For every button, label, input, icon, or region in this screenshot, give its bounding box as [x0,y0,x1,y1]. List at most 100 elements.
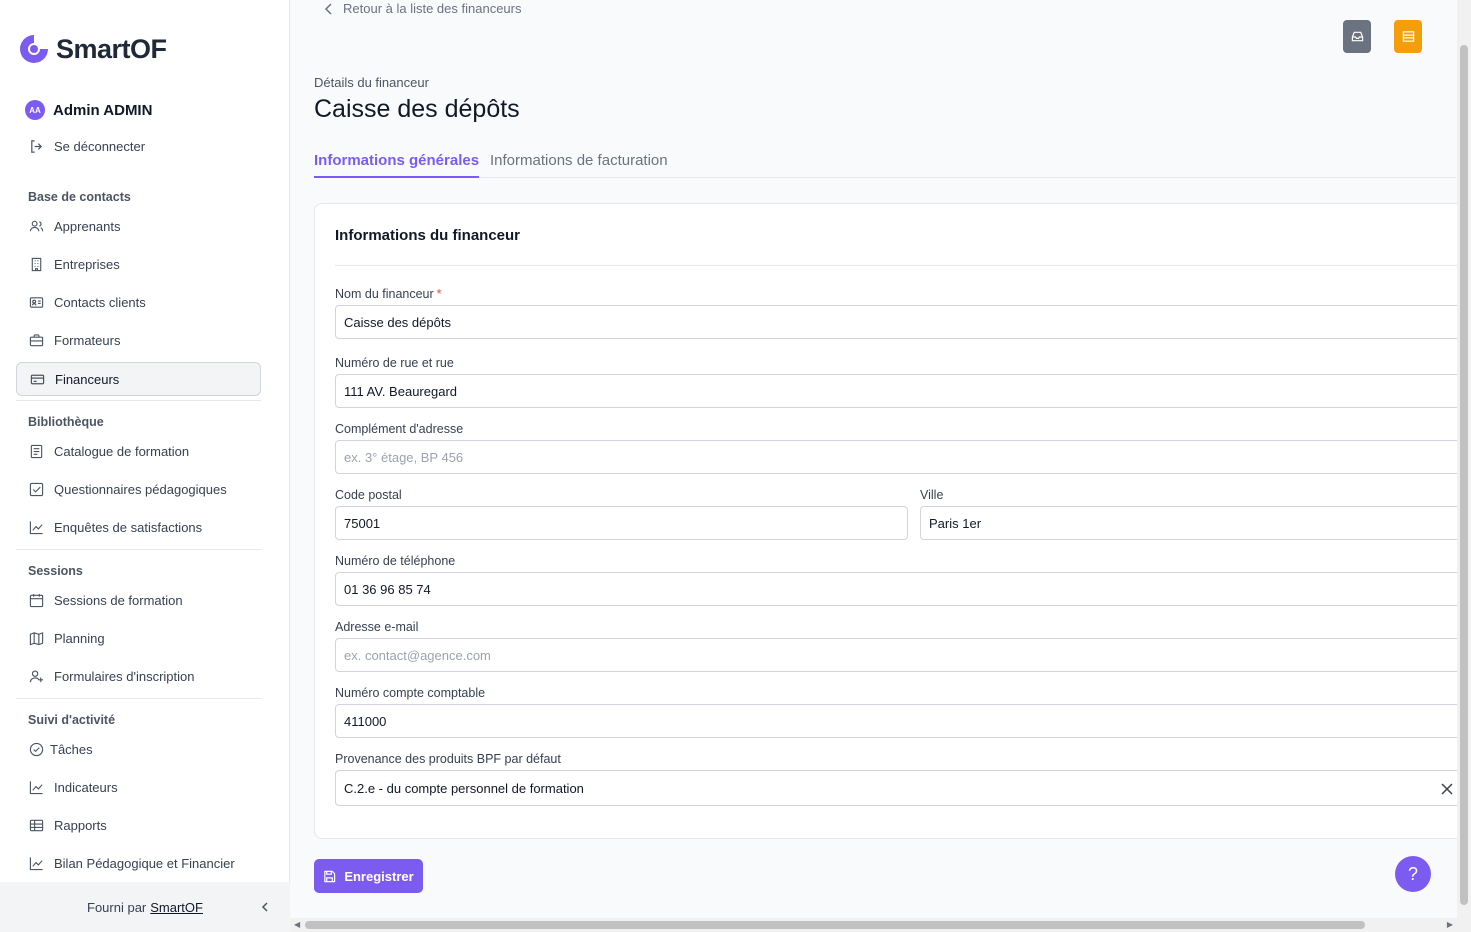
sidebar-footer: Fourni par SmartOF [0,882,290,932]
divider [16,400,261,401]
scrollbar-thumb[interactable] [1460,45,1468,905]
sidebar-item-indicateurs[interactable]: Indicateurs [16,770,261,804]
required-marker: * [436,287,442,301]
footer-link[interactable]: SmartOF [150,900,203,915]
sidebar-item-apprenants[interactable]: Apprenants [16,209,261,243]
smartof-logo[interactable]: SmartOF [16,30,167,68]
table-icon [28,817,44,833]
sidebar-item-formateurs[interactable]: Formateurs [16,323,261,357]
tab-informations-facturation[interactable]: Informations de facturation [490,152,668,178]
sidebar-item-financeurs[interactable]: Financeurs [16,362,261,396]
horizontal-scrollbar[interactable]: ◀ ▶ [290,918,1471,932]
briefcase-icon [28,332,44,348]
sidebar-item-planning[interactable]: Planning [16,621,261,655]
scrollbar-thumb[interactable] [305,921,1365,929]
sidebar-item-catalogue[interactable]: Catalogue de formation [16,434,261,468]
tel-input[interactable]: 01 36 96 85 74 [335,572,1471,606]
cp-input[interactable]: 75001 [335,506,908,540]
document-icon [28,443,44,459]
sidebar-item-label: Enquêtes de satisfactions [54,519,203,535]
logo-icon [16,31,52,67]
user-name: Admin ADMIN [53,101,153,119]
sidebar: SmartOF AA Admin ADMIN Se déconnecter Ba… [0,0,290,932]
sidebar-item-label: Formulaires d'inscription [54,668,195,684]
nom-label-text: Nom du financeur [335,287,434,301]
sidebar-item-label: Rapports [54,817,107,833]
checkbox-icon [28,481,44,497]
compte-input[interactable]: 411000 [335,704,1471,738]
users-icon [28,218,44,234]
sidebar-item-label: Catalogue de formation [54,443,190,459]
save-icon [324,870,336,882]
save-button[interactable]: Enregistrer [314,859,423,893]
check-circle-icon [28,741,44,757]
back-link[interactable]: Retour à la liste des financeurs [322,1,521,16]
sidebar-item-enquetes[interactable]: Enquêtes de satisfactions [16,510,261,544]
compte-label: Numéro compte comptable [335,686,486,700]
sidebar-item-label: Tâches [50,741,93,757]
sidebar-item-rapports[interactable]: Rapports [16,808,261,842]
user-add-icon [28,668,44,684]
list-button[interactable] [1394,20,1422,53]
complement-label: Complément d'adresse [335,422,464,436]
chart-line-icon [28,779,44,795]
page-subtitle: Détails du financeur [314,75,429,90]
chevron-left-icon[interactable] [256,898,274,916]
rue-input[interactable]: 111 AV. Beauregard [335,374,1471,408]
sidebar-item-label: Indicateurs [54,779,118,795]
logout-icon [28,138,44,154]
sidebar-item-formulaires[interactable]: Formulaires d'inscription [16,659,261,693]
financeur-card: Informations du financeur Nom du finance… [314,203,1471,839]
card-title: Informations du financeur [335,227,521,244]
sidebar-item-bilan[interactable]: Bilan Pédagogique et Financier [16,846,261,880]
divider [335,265,1471,266]
email-label: Adresse e-mail [335,620,419,634]
map-icon [28,630,44,646]
logout-label: Se déconnecter [54,138,146,154]
sidebar-item-contacts-clients[interactable]: Contacts clients [16,285,261,319]
help-button[interactable]: ? [1395,856,1431,892]
inbox-icon [1351,31,1363,42]
bpf-selected-value: C.2.e - du compte personnel de formation [344,780,584,796]
sidebar-item-label: Apprenants [54,218,121,234]
scroll-left-arrow-icon[interactable]: ◀ [294,920,300,929]
tabs: Informations générales Informations de f… [314,152,1456,178]
footer-prefix: Fourni par [87,899,147,915]
logout-link[interactable]: Se déconnecter [16,129,261,163]
vertical-scrollbar[interactable] [1457,0,1471,918]
close-icon[interactable] [1440,782,1454,796]
complement-input[interactable]: ex. 3° étage, BP 456 [335,440,1471,474]
inbox-button[interactable] [1343,20,1371,53]
sidebar-item-label: Bilan Pédagogique et Financier [54,855,235,871]
building-icon [28,256,44,272]
ville-input[interactable]: Paris 1er [920,506,1471,540]
save-label: Enregistrer [344,868,414,884]
sidebar-item-taches[interactable]: Tâches [16,732,261,766]
sidebar-item-label: Contacts clients [54,294,146,310]
bpf-select[interactable]: C.2.e - du compte personnel de formation [335,770,1471,806]
section-title-suivi: Suivi d'activité [28,713,116,727]
list-icon [1402,31,1414,42]
user-profile[interactable]: AA Admin ADMIN [25,100,152,120]
sidebar-item-label: Planning [54,630,105,646]
cp-label: Code postal [335,488,402,502]
tab-informations-generales[interactable]: Informations générales [314,152,480,178]
nom-label: Nom du financeur * [335,287,442,301]
divider [16,549,261,550]
email-input[interactable]: ex. contact@agence.com [335,638,1471,672]
sidebar-item-entreprises[interactable]: Entreprises [16,247,261,281]
rue-label: Numéro de rue et rue [335,356,454,370]
avatar: AA [25,100,45,120]
sidebar-item-label: Financeurs [55,371,120,387]
nom-input[interactable]: Caisse des dépôts [335,305,1471,339]
bpf-label: Provenance des produits BPF par défaut [335,752,561,766]
calendar-icon [28,592,44,608]
scroll-right-arrow-icon[interactable]: ▶ [1447,920,1453,929]
sidebar-item-questionnaires[interactable]: Questionnaires pédagogiques [16,472,261,506]
sidebar-item-sessions-formation[interactable]: Sessions de formation [16,583,261,617]
credit-card-icon [29,371,45,387]
page-title: Caisse des dépôts [314,95,520,123]
sidebar-item-label: Questionnaires pédagogiques [54,481,227,497]
tel-label: Numéro de téléphone [335,554,456,568]
contact-card-icon [28,294,44,310]
